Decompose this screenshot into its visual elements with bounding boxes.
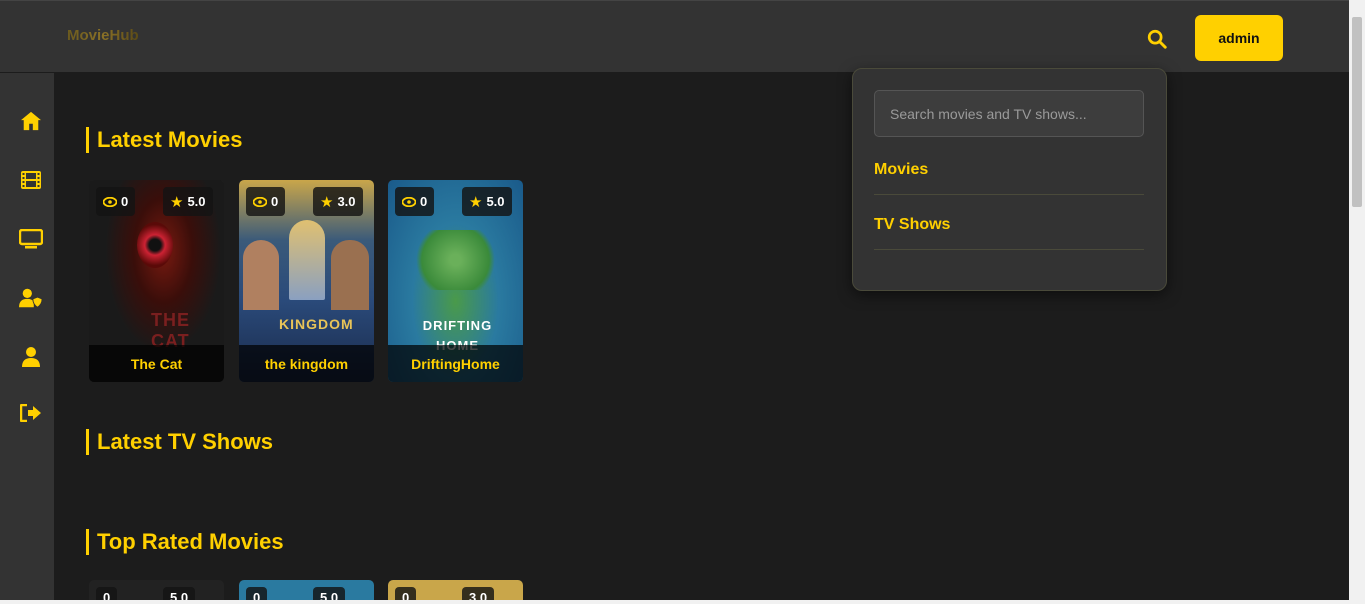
tv-icon[interactable] xyxy=(19,227,43,251)
film-icon[interactable] xyxy=(19,168,43,192)
movie-title: DriftingHome xyxy=(388,345,523,382)
star-icon: ★ xyxy=(469,193,483,211)
eye-icon xyxy=(253,196,267,207)
rating-badge: ★ 5.0 xyxy=(163,187,213,216)
rating-value: 5.0 xyxy=(187,194,206,209)
horizontal-scrollbar[interactable] xyxy=(0,600,1349,604)
user-icon[interactable] xyxy=(19,345,43,369)
logo[interactable]: MovieHub xyxy=(67,27,139,44)
views-count: 0 xyxy=(420,194,428,209)
figure-right xyxy=(331,240,369,310)
movie-card[interactable]: THE CAT 0 ★ 5.0 The Cat xyxy=(89,180,224,382)
admin-button[interactable]: admin xyxy=(1195,15,1283,61)
throne-artwork xyxy=(289,220,325,300)
search-dropdown: Movies TV Shows xyxy=(852,68,1167,291)
section-title-top-rated: Top Rated Movies xyxy=(86,529,284,555)
top-navbar: MovieHub admin xyxy=(0,0,1349,72)
search-input[interactable] xyxy=(874,90,1144,137)
movie-card[interactable]: KINGDOM 0 ★ 3.0 the kingdom xyxy=(239,180,374,382)
scrollbar-thumb[interactable] xyxy=(1352,17,1362,207)
eye-artwork xyxy=(137,222,173,268)
user-shield-icon[interactable] xyxy=(19,286,43,310)
rating-value: 5.0 xyxy=(486,194,505,209)
home-icon[interactable] xyxy=(19,109,43,133)
dropdown-link-movies[interactable]: Movies xyxy=(874,161,1144,195)
star-icon: ★ xyxy=(320,193,334,211)
movie-card[interactable]: DRIFTING HOME 0 ★ 5.0 DriftingHome xyxy=(388,180,523,382)
views-badge: 0 xyxy=(395,187,435,216)
dropdown-link-tv-shows[interactable]: TV Shows xyxy=(874,216,1144,250)
section-title-latest-movies: Latest Movies xyxy=(86,127,243,153)
search-icon[interactable] xyxy=(1143,25,1171,53)
sidebar xyxy=(0,73,54,604)
section-title-latest-tv: Latest TV Shows xyxy=(86,429,273,455)
poster-title-text: KINGDOM xyxy=(279,316,354,332)
figure-left xyxy=(243,240,279,310)
star-icon: ★ xyxy=(170,193,184,211)
views-badge: 0 xyxy=(96,187,136,216)
eye-icon xyxy=(402,196,416,207)
movie-title: The Cat xyxy=(89,345,224,382)
views-badge: 0 xyxy=(246,187,286,216)
rating-value: 3.0 xyxy=(337,194,356,209)
views-count: 0 xyxy=(121,194,129,209)
movie-title: the kingdom xyxy=(239,345,374,382)
views-count: 0 xyxy=(271,194,279,209)
vertical-scrollbar[interactable] xyxy=(1349,0,1365,604)
eye-icon xyxy=(103,196,117,207)
building-artwork xyxy=(408,230,503,290)
logout-icon[interactable] xyxy=(19,401,43,425)
rating-badge: ★ 3.0 xyxy=(313,187,363,216)
rating-badge: ★ 5.0 xyxy=(462,187,512,216)
